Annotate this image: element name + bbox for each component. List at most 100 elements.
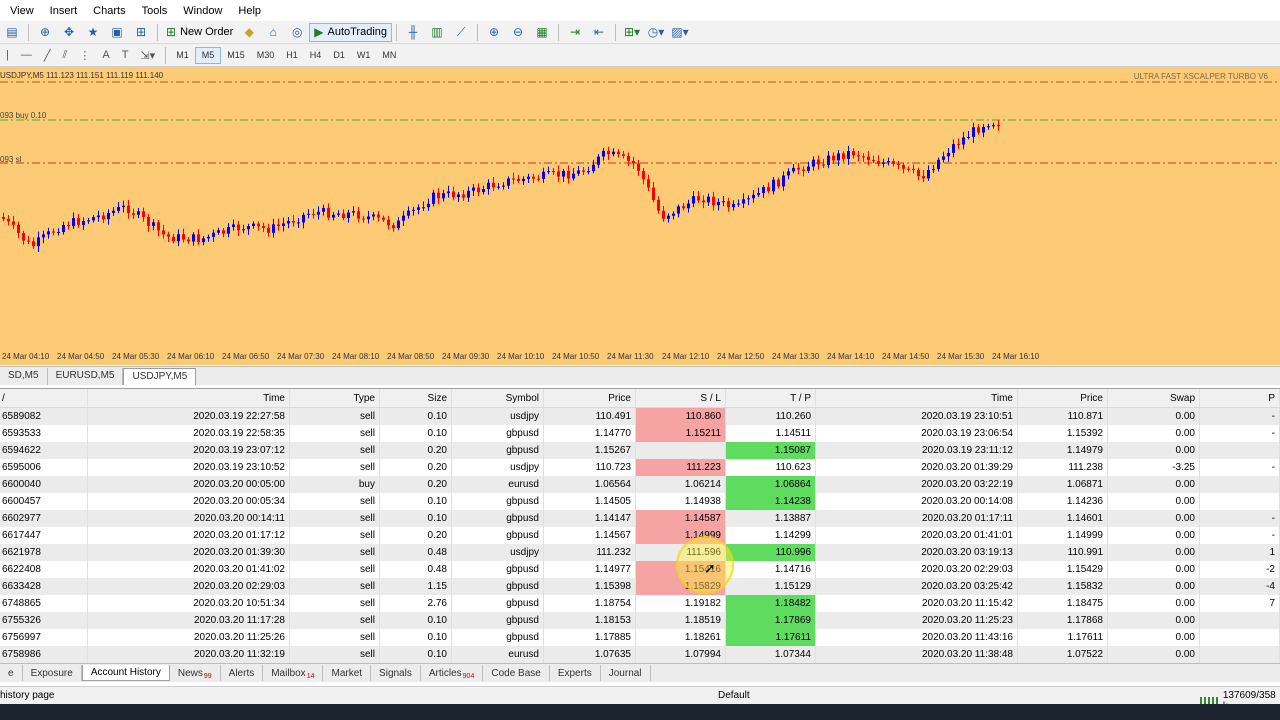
table-row[interactable]: 6602977 2020.03.20 00:14:11 sell 0.10 gbpusd… (0, 510, 1280, 527)
profiles-icon[interactable]: ⊕ (35, 23, 55, 42)
terminal-tab-e[interactable]: e (0, 665, 23, 681)
table-row[interactable]: 6755326 2020.03.20 11:17:28 sell 0.10 gbpusd… (0, 612, 1280, 629)
cell-profit: 7 (1200, 595, 1280, 612)
zoom-out-icon[interactable]: ⊖ (508, 23, 528, 42)
tester-icon[interactable]: ⊞ (131, 23, 151, 42)
timeframe-m15[interactable]: M15 (221, 47, 251, 64)
timeframe-d1[interactable]: D1 (327, 47, 351, 64)
cell-order-id: 6593533 (0, 425, 88, 442)
col-profit[interactable]: P (1200, 389, 1280, 407)
new-order-button[interactable]: ⊞ New Order (162, 23, 237, 42)
table-row[interactable]: 6621978 2020.03.20 01:39:30 sell 0.48 usdjpy… (0, 544, 1280, 561)
new-chart-icon[interactable]: ▤ (2, 23, 22, 42)
chart-shift-icon[interactable]: ⇤ (589, 23, 609, 42)
templates-icon[interactable]: ▨▾ (670, 23, 690, 42)
crosshair-icon[interactable]: ✥ (59, 23, 79, 42)
col-open-price[interactable]: Price (544, 389, 636, 407)
market-icon[interactable]: ⌂ (263, 23, 283, 42)
timeframe-h4[interactable]: H4 (304, 47, 328, 64)
candle-body (577, 170, 580, 174)
price-chart[interactable]: USDJPY,M5 111.123 111.151 111.119 111.14… (0, 67, 1280, 365)
terminal-tab-signals[interactable]: Signals (371, 665, 421, 681)
tile-windows-icon[interactable]: ▦ (532, 23, 552, 42)
col-tp[interactable]: T / P (726, 389, 816, 407)
candle-body (452, 191, 455, 198)
terminal-icon[interactable]: ▣ (107, 23, 127, 42)
zoom-in-icon[interactable]: ⊕ (484, 23, 504, 42)
cell-swap: 0.00 (1108, 544, 1200, 561)
menu-charts[interactable]: Charts (85, 5, 133, 17)
timeframe-mn[interactable]: MN (376, 47, 402, 64)
col-close-price[interactable]: Price (1018, 389, 1108, 407)
table-row[interactable]: 6756997 2020.03.20 11:25:26 sell 0.10 gbpusd… (0, 629, 1280, 646)
auto-scroll-icon[interactable]: ⇥ (565, 23, 585, 42)
menu-tools[interactable]: Tools (134, 5, 176, 17)
chart-tab-gbpusd[interactable]: SD,M5 (0, 368, 48, 385)
text-icon[interactable]: A (102, 49, 109, 61)
cell-swap: 0.00 (1108, 561, 1200, 578)
terminal-tab-mailbox[interactable]: Mailbox 14 (263, 665, 324, 681)
autotrading-button[interactable]: ▶ AutoTrading (309, 22, 393, 42)
table-row[interactable]: 6633428 2020.03.20 02:29:03 sell 1.15 gbpusd… (0, 578, 1280, 595)
signals-icon[interactable]: ◎ (287, 23, 307, 42)
chart-tab-eurusd[interactable]: EURUSD,M5 (48, 368, 124, 385)
bar-chart-icon[interactable]: ╫ (403, 23, 423, 42)
col-swap[interactable]: Swap (1108, 389, 1200, 407)
timeframe-m5[interactable]: M5 (194, 46, 222, 64)
menu-help[interactable]: Help (230, 5, 269, 17)
cell-close-price: 111.238 (1018, 459, 1108, 476)
terminal-tab-market[interactable]: Market (323, 665, 372, 681)
col-type[interactable]: Type (290, 389, 380, 407)
line-chart-icon[interactable]: ⟋ (451, 23, 471, 42)
arrows-icon[interactable]: ⇲▾ (140, 49, 155, 62)
table-row[interactable]: 6617447 2020.03.20 01:17:12 sell 0.20 gbpusd… (0, 527, 1280, 544)
col-close-time[interactable]: Time (816, 389, 1018, 407)
menu-insert[interactable]: Insert (42, 5, 86, 17)
terminal-tab-alerts[interactable]: Alerts (221, 665, 264, 681)
table-row[interactable]: 6595006 2020.03.19 23:10:52 sell 0.20 usdjpy… (0, 459, 1280, 476)
chart-tab-usdjpy[interactable]: USDJPY,M5 (123, 368, 197, 385)
metaeditor-icon[interactable]: ◆ (239, 23, 259, 42)
cell-order-symbol: usdjpy (452, 408, 544, 425)
menu-window[interactable]: Window (175, 5, 230, 17)
indicators-icon[interactable]: ⊞▾ (622, 23, 642, 42)
col-symbol[interactable]: Symbol (452, 389, 544, 407)
col-open-time[interactable]: Time (88, 389, 290, 407)
cell-profit: - (1200, 527, 1280, 544)
terminal-tab-articles[interactable]: Articles 904 (421, 665, 484, 681)
label-icon[interactable]: T (122, 49, 129, 61)
navigator-icon[interactable]: ★ (83, 23, 103, 42)
terminal-tab-journal[interactable]: Journal (601, 665, 651, 681)
col-size[interactable]: Size (380, 389, 452, 407)
candle-body (557, 171, 560, 177)
cursor-icon[interactable]: | (6, 49, 9, 61)
timeframe-m1[interactable]: M1 (170, 47, 195, 64)
fibonacci-icon[interactable]: ⋮ (79, 49, 90, 62)
table-row[interactable]: 6622408 2020.03.20 01:41:02 sell 0.48 gbpusd… (0, 561, 1280, 578)
col-sl[interactable]: S / L (636, 389, 726, 407)
terminal-tab-account-history[interactable]: Account History (81, 665, 170, 681)
candlestick-icon[interactable]: ▥ (427, 23, 447, 42)
candle-body (587, 171, 590, 173)
table-row[interactable]: 6589082 2020.03.19 22:27:58 sell 0.10 usdjpy… (0, 408, 1280, 425)
terminal-tab-exposure[interactable]: Exposure (23, 665, 82, 681)
trendline-icon[interactable]: ╱ (44, 49, 51, 62)
terminal-tab-experts[interactable]: Experts (550, 665, 601, 681)
menu-view[interactable]: View (0, 5, 42, 17)
table-row[interactable]: 6758986 2020.03.20 11:32:19 sell 0.10 eurusd… (0, 646, 1280, 663)
col-order[interactable]: / (0, 389, 88, 407)
terminal-tab-code-base[interactable]: Code Base (483, 665, 550, 681)
periods-icon[interactable]: ◷▾ (646, 23, 666, 42)
timeframe-h1[interactable]: H1 (280, 47, 304, 64)
timeframe-m30[interactable]: M30 (251, 47, 281, 64)
timeframe-w1[interactable]: W1 (351, 47, 377, 64)
table-row[interactable]: 6600457 2020.03.20 00:05:34 sell 0.10 gbpusd… (0, 493, 1280, 510)
candle-body (382, 217, 385, 220)
table-row[interactable]: 6594622 2020.03.19 23:07:12 sell 0.20 gbpusd… (0, 442, 1280, 459)
horizontal-line-icon[interactable]: — (21, 49, 32, 61)
table-row[interactable]: 6593533 2020.03.19 22:58:35 sell 0.10 gbpusd… (0, 425, 1280, 442)
terminal-tab-news[interactable]: News 99 (170, 665, 221, 681)
table-row[interactable]: 6600040 2020.03.20 00:05:00 buy 0.20 eurusd 1… (0, 476, 1280, 493)
table-row[interactable]: 6748865 2020.03.20 10:51:34 sell 2.76 gbpusd… (0, 595, 1280, 612)
channel-icon[interactable]: ⫽ (62, 49, 67, 62)
